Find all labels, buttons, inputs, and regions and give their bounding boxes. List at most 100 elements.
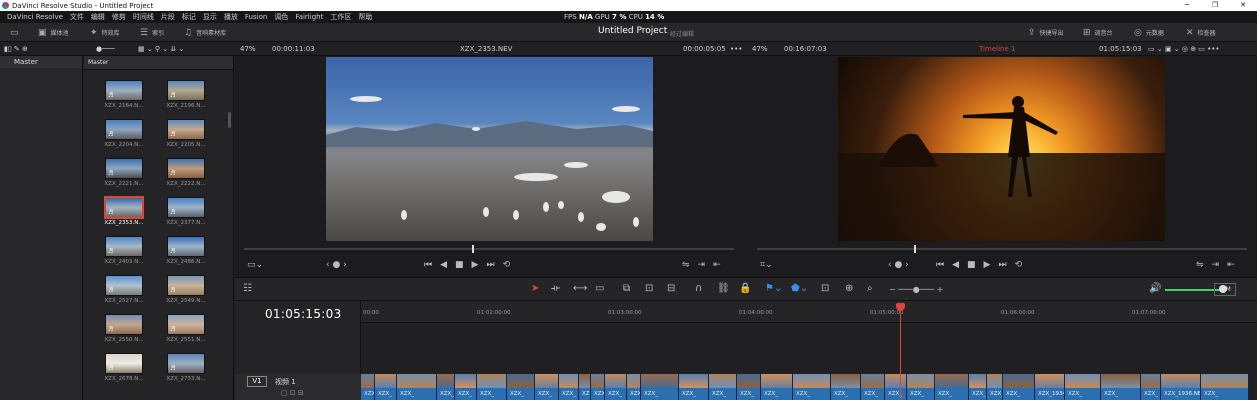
mixer-button[interactable]: ⊞ 调音台 bbox=[1083, 23, 1113, 42]
match-frame-icon[interactable]: ⇋ bbox=[682, 260, 690, 270]
source-view-options[interactable]: ▭⌄ bbox=[243, 258, 267, 272]
track-id[interactable]: V1 bbox=[247, 376, 267, 387]
snapping-icon[interactable]: ∩ bbox=[695, 283, 702, 294]
skip-back-icon[interactable]: ⏮ bbox=[424, 260, 432, 270]
timeline-ruler[interactable]: 00:00 01:02:00:00 01:03:00:00 01:04:00:0… bbox=[361, 301, 1257, 323]
dynamic-trim-icon[interactable]: ⟷ bbox=[573, 283, 587, 294]
maximize-button[interactable]: ❐ bbox=[1201, 0, 1229, 11]
timeline-clip[interactable]: XZX_ bbox=[559, 374, 579, 400]
timeline-clip[interactable]: XZX_1936.NEV bbox=[1161, 374, 1201, 400]
grid-view-icon[interactable]: ▦ ⌄ ⚲ ⌄ ⇊ ⌄ bbox=[138, 42, 184, 56]
skip-forward-icon[interactable]: ⏭ bbox=[486, 260, 494, 270]
timeline-clip[interactable]: XZX_ bbox=[1141, 374, 1161, 400]
slider-icon[interactable]: ●─── bbox=[96, 42, 115, 56]
timeline-name[interactable]: Timeline 1 bbox=[979, 42, 1015, 56]
view-options-icon[interactable]: ▭ ⌄ ▣ ⌄ ◎ ⊕ ▭ ••• bbox=[1148, 42, 1220, 56]
timeline-clip[interactable]: XZX_ bbox=[1065, 374, 1101, 400]
timeline-clip[interactable]: XZX_ bbox=[987, 374, 1003, 400]
loop-icon[interactable]: ⟲ bbox=[1015, 260, 1023, 270]
source-viewer-frame[interactable] bbox=[326, 57, 653, 241]
selection-tool-icon[interactable]: ➤ bbox=[531, 283, 539, 294]
timeline-clip[interactable]: XZX_ bbox=[1101, 374, 1141, 400]
timeline-clip[interactable]: XZX_ bbox=[641, 374, 679, 400]
timeline-options-icon[interactable]: ☷ bbox=[243, 283, 252, 294]
source-options-icon[interactable]: ••• bbox=[730, 42, 742, 56]
timeline-clip[interactable]: XZX_ bbox=[591, 374, 605, 400]
timeline-track-area[interactable]: 00:00 01:02:00:00 01:03:00:00 01:04:00:0… bbox=[361, 301, 1257, 400]
blade-tool-icon[interactable]: ▭ bbox=[595, 283, 604, 294]
index-button[interactable]: ☰ 索引 bbox=[140, 23, 164, 42]
media-clip[interactable]: ♬ XZX_2377.N... bbox=[166, 197, 206, 226]
timeline-clip[interactable]: XZX_ bbox=[1003, 374, 1035, 400]
mark-out-icon[interactable]: ⇤ bbox=[1227, 260, 1235, 270]
timeline-clip[interactable]: XZX_ bbox=[361, 374, 375, 400]
inspector-button[interactable]: ✕ 检查器 bbox=[1186, 23, 1216, 42]
media-clip[interactable]: ♬ XZX_2550.N... bbox=[104, 314, 144, 343]
track-header-v1[interactable]: V1 视频 1 ▢ ⊡ ⊟ bbox=[235, 374, 361, 400]
timeline-clip[interactable]: XZX_ bbox=[1201, 374, 1249, 400]
timeline-clip[interactable]: XZX_ bbox=[793, 374, 831, 400]
link-icon[interactable]: ⛓ bbox=[717, 283, 730, 294]
flag-icon[interactable]: ⚑⌄ bbox=[765, 283, 782, 294]
stop-icon[interactable]: ■ bbox=[967, 260, 976, 270]
menu-color[interactable]: 调色 bbox=[274, 12, 288, 22]
play-reverse-icon[interactable]: ◀ bbox=[440, 260, 447, 270]
program-zoom[interactable]: 47% bbox=[752, 42, 768, 56]
timeline-clip[interactable]: XZX_ bbox=[709, 374, 737, 400]
media-clip[interactable]: ♬ XZX_2678.N... bbox=[104, 353, 144, 382]
timeline-clip[interactable]: XZX_ bbox=[437, 374, 455, 400]
menu-timeline[interactable]: 时间线 bbox=[133, 12, 154, 22]
media-clip[interactable]: ♬ XZX_2353.N... bbox=[104, 196, 144, 226]
menu-edit[interactable]: 编辑 bbox=[91, 12, 105, 22]
video-track-v1[interactable]: XZX_XZX_XZX_XZX_XZX_XZX_XZX_XZX_XZX_XZX_… bbox=[361, 374, 1257, 400]
source-jog[interactable]: ‹ ● › bbox=[322, 258, 351, 272]
menu-view[interactable]: 显示 bbox=[203, 12, 217, 22]
timeline-clip[interactable]: XZX_ bbox=[605, 374, 627, 400]
timeline-clip[interactable]: XZX_ bbox=[455, 374, 477, 400]
layout-toggle-button[interactable]: ▭ bbox=[10, 23, 23, 42]
media-clip[interactable]: ♬ XZX_2222.N... bbox=[166, 158, 206, 187]
insert-clip-icon[interactable]: ⧉ bbox=[623, 283, 630, 294]
timeline-clip[interactable]: XZX_ bbox=[969, 374, 987, 400]
quick-export-button[interactable]: ⇪ 快捷导出 bbox=[1028, 23, 1064, 42]
zoom-detail-icon[interactable]: ⊕ bbox=[845, 283, 853, 294]
timeline-clip[interactable]: XZX_ bbox=[761, 374, 793, 400]
menu-mark[interactable]: 标记 bbox=[182, 12, 196, 22]
timeline-clip[interactable]: XZX_ bbox=[907, 374, 935, 400]
track-name[interactable]: 视频 1 bbox=[275, 377, 296, 387]
lock-icon[interactable]: 🔒 bbox=[739, 283, 751, 294]
timeline-clip[interactable]: XZX_ bbox=[477, 374, 507, 400]
sound-library-button[interactable]: ♫ 音响素材库 bbox=[184, 23, 226, 42]
play-reverse-icon[interactable]: ◀ bbox=[952, 260, 959, 270]
media-clip[interactable]: ♬ XZX_2164.N... bbox=[104, 80, 144, 109]
menu-fairlight[interactable]: Fairlight bbox=[295, 13, 323, 21]
media-clip[interactable]: ♬ XZX_2205.N... bbox=[166, 119, 206, 148]
effects-button[interactable]: ✦ 特效库 bbox=[90, 23, 120, 42]
timeline-clip[interactable]: XZX_ bbox=[507, 374, 535, 400]
timeline-clip[interactable]: XZX_1934.NEV bbox=[1035, 374, 1065, 400]
mark-in-icon[interactable]: ⇥ bbox=[698, 260, 706, 270]
program-view-options[interactable]: ⌗⌄ bbox=[756, 258, 777, 272]
timeline-clip[interactable]: XZX_ bbox=[627, 374, 641, 400]
media-clip[interactable]: ♬ XZX_2196.N... bbox=[166, 80, 206, 109]
bin-master[interactable]: Master bbox=[0, 56, 82, 68]
timeline-clip[interactable]: XZX_ bbox=[535, 374, 559, 400]
media-clip[interactable]: ♬ XZX_2527.N... bbox=[104, 275, 144, 304]
media-clip[interactable]: ♬ XZX_2486.N... bbox=[166, 236, 206, 265]
timeline-clip[interactable]: XZX_ bbox=[579, 374, 591, 400]
menu-help[interactable]: 帮助 bbox=[358, 12, 372, 22]
volume-icon[interactable]: 🔊 bbox=[1149, 283, 1161, 294]
zoom-custom-icon[interactable]: ⌕ bbox=[867, 283, 873, 294]
program-viewer-frame[interactable] bbox=[838, 57, 1165, 241]
match-frame-icon[interactable]: ⇋ bbox=[1196, 260, 1204, 270]
mark-out-icon[interactable]: ⇤ bbox=[713, 260, 721, 270]
menu-clip[interactable]: 片段 bbox=[161, 12, 175, 22]
menu-trim[interactable]: 修剪 bbox=[112, 12, 126, 22]
trim-tool-icon[interactable]: ⟛ bbox=[551, 283, 560, 294]
timeline-clip[interactable]: XZX_ bbox=[397, 374, 437, 400]
source-scrubber[interactable] bbox=[244, 248, 734, 250]
close-button[interactable]: ✕ bbox=[1229, 0, 1257, 11]
source-zoom[interactable]: 47% bbox=[240, 42, 256, 56]
menu-file[interactable]: 文件 bbox=[70, 12, 84, 22]
panel-toggle-icon[interactable]: ▮▯ ✎ ⊕ bbox=[4, 42, 28, 56]
